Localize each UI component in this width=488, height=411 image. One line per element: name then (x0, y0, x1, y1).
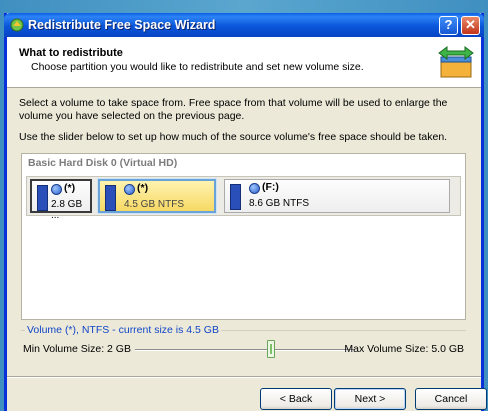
slider-track[interactable] (135, 349, 354, 351)
partition-3[interactable]: (F:) 8.6 GB NTFS (224, 179, 450, 213)
partition-usage-bar (37, 185, 48, 211)
next-button[interactable]: Next > (334, 388, 406, 410)
wizard-header: What to redistribute Choose partition yo… (7, 37, 481, 88)
partition-strip: (*) 2.8 GB ... (*) 4.5 GB NTFS (F:) 8.6 … (26, 176, 461, 221)
partition-size: 8.6 GB NTFS (249, 198, 310, 209)
partition-icon (124, 184, 135, 195)
partition-label: (*) (137, 182, 149, 194)
help-button[interactable]: ? (439, 16, 458, 35)
wizard-window: Redistribute Free Space Wizard ? ✕ What … (4, 13, 487, 411)
partition-label: (F:) (262, 181, 279, 193)
disk-title: Basic Hard Disk 0 (Virtual HD) (28, 157, 178, 169)
header-title: What to redistribute (19, 47, 123, 59)
volume-size-group: Volume (*), NTFS - current size is 4.5 G… (21, 324, 466, 372)
wizard-app-icon (10, 18, 24, 32)
title-bar[interactable]: Redistribute Free Space Wizard ? ✕ (4, 13, 484, 37)
redistribute-arrows-icon (438, 46, 474, 78)
slider-hint-text: Use the slider below to set up how much … (19, 131, 448, 143)
partition-usage-bar (230, 184, 241, 210)
header-subtitle: Choose partition you would like to redis… (31, 61, 364, 73)
cancel-button[interactable]: Cancel (415, 388, 487, 410)
partition-2-selected[interactable]: (*) 4.5 GB NTFS (98, 179, 216, 213)
disk-panel: Basic Hard Disk 0 (Virtual HD) (*) 2.8 G… (21, 153, 466, 320)
partition-size: 4.5 GB NTFS (124, 199, 185, 210)
partition-usage-bar (105, 185, 116, 211)
partition-label: (*) (64, 182, 76, 194)
min-volume-size-label: Min Volume Size: 2 GB (23, 343, 131, 355)
close-button[interactable]: ✕ (461, 16, 480, 35)
partition-size: 2.8 GB ... (51, 199, 83, 221)
max-volume-size-label: Max Volume Size: 5.0 GB (344, 343, 464, 355)
description-text: Select a volume to take space from. Free… (19, 97, 448, 122)
slider-thumb[interactable] (267, 340, 275, 358)
window-title: Redistribute Free Space Wizard (28, 18, 216, 32)
footer-divider (7, 376, 481, 378)
partition-icon (249, 183, 260, 194)
partition-icon (51, 184, 62, 195)
back-button[interactable]: < Back (260, 388, 332, 410)
partition-1[interactable]: (*) 2.8 GB ... (30, 179, 92, 221)
volume-legend: Volume (*), NTFS - current size is 4.5 G… (25, 324, 221, 336)
